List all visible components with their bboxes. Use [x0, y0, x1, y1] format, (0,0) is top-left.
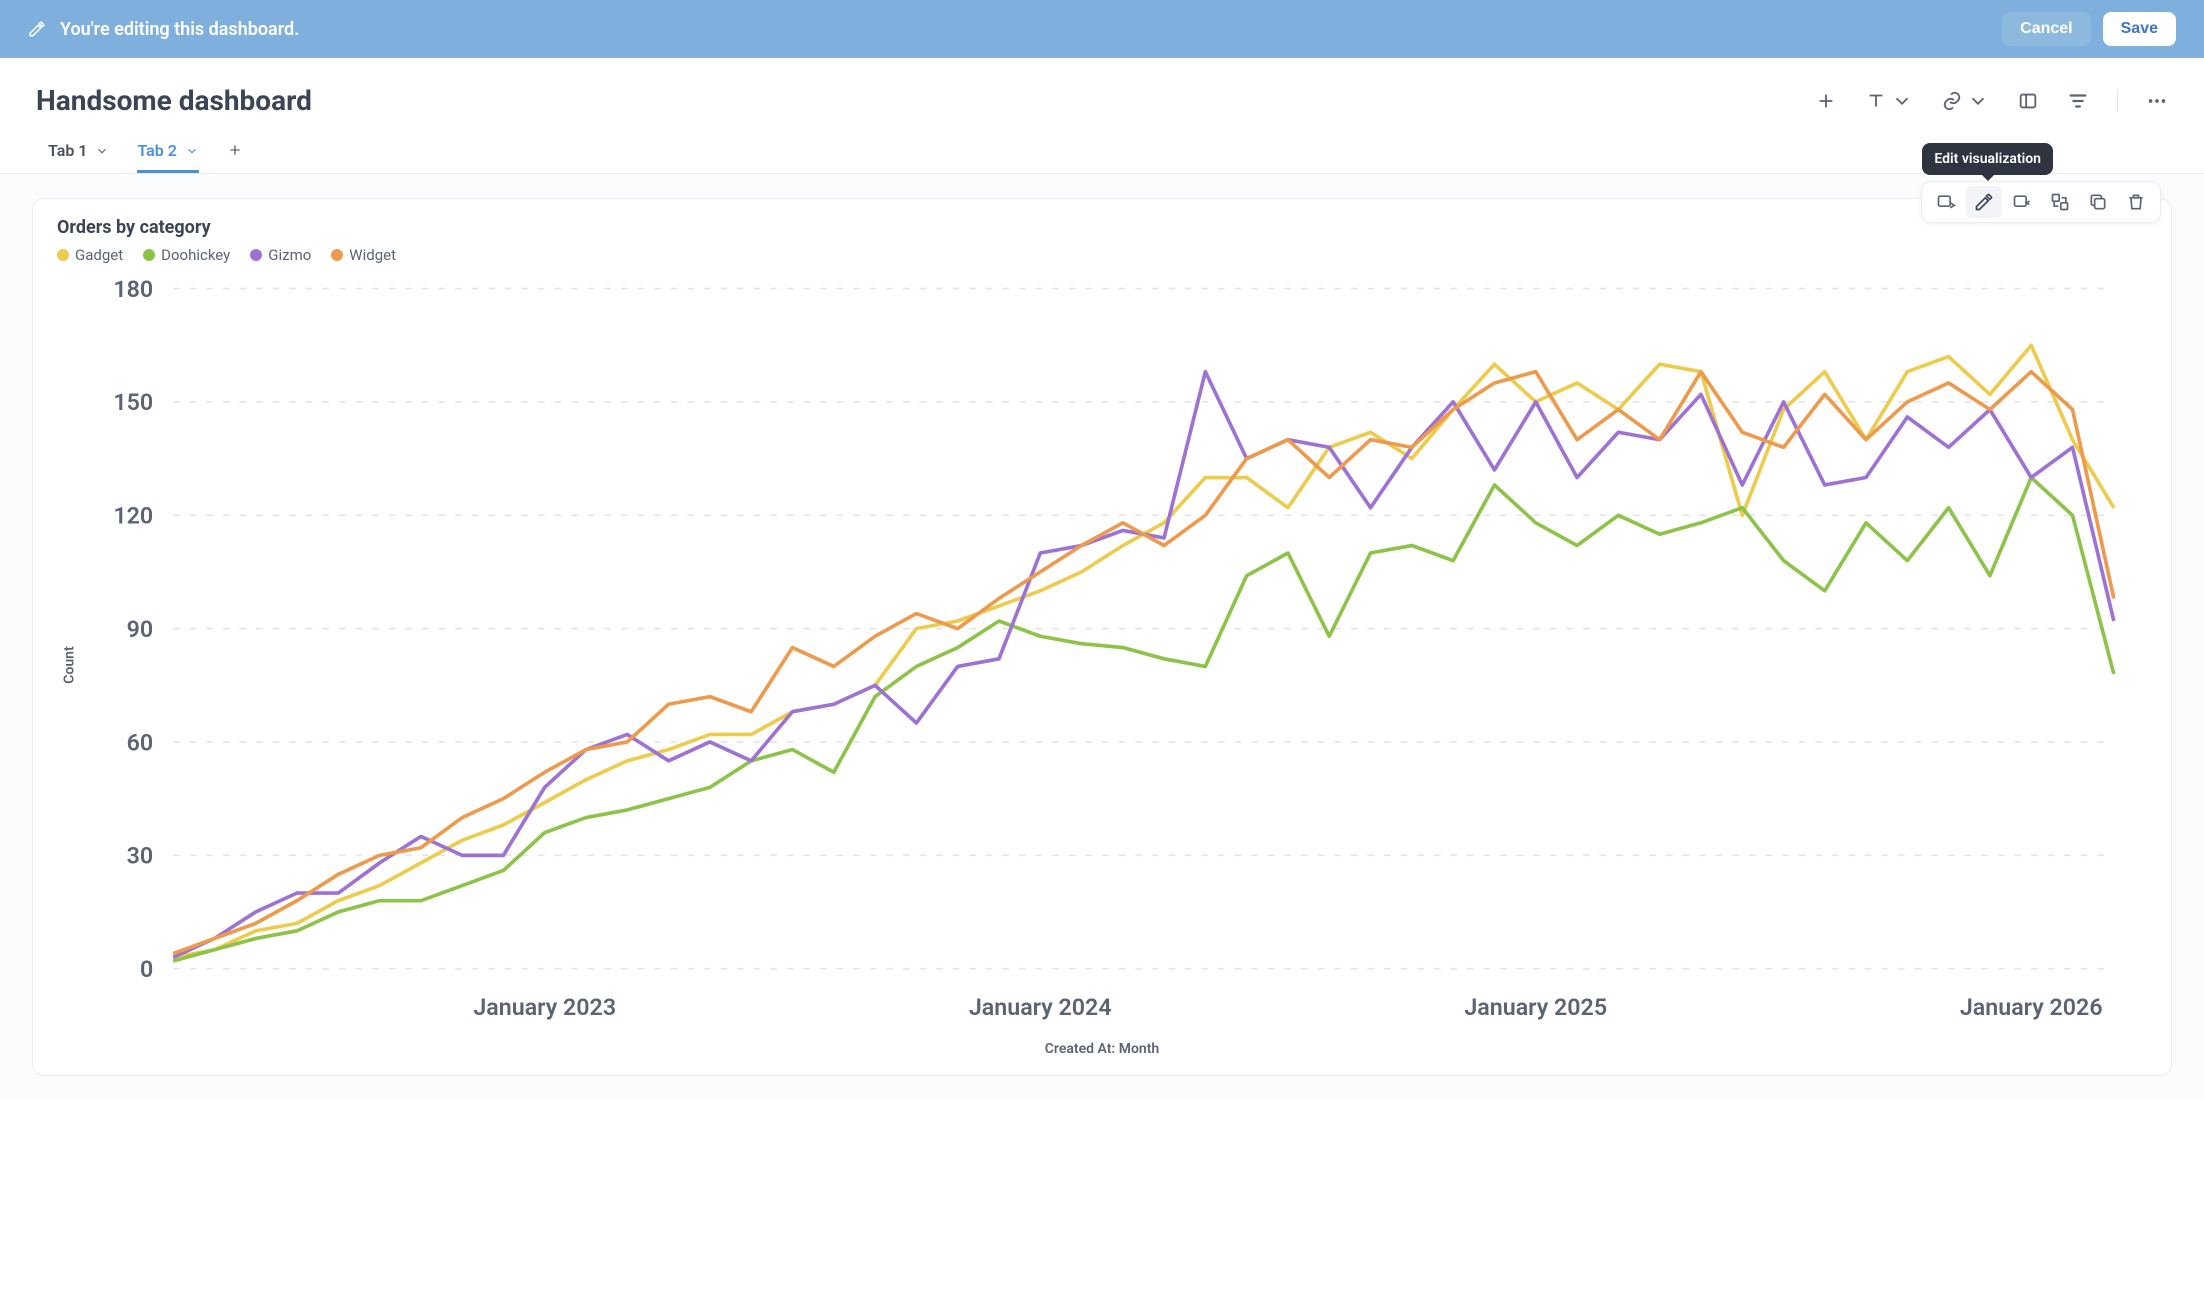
- section-button[interactable]: [2017, 90, 2039, 112]
- svg-text:150: 150: [113, 388, 153, 416]
- delete-button[interactable]: [2118, 186, 2154, 218]
- svg-text:January 2026: January 2026: [1960, 993, 2103, 1021]
- chart-card[interactable]: Edit visualization Orders by category Ga…: [32, 198, 2172, 1076]
- line-chart[interactable]: 0 30 60 90 120 150 180 January 2023 January 2024…: [57, 272, 2147, 1035]
- chevron-down-icon: [95, 144, 109, 158]
- save-button[interactable]: Save: [2103, 12, 2176, 46]
- tab-1[interactable]: Tab 1: [48, 141, 109, 173]
- svg-text:90: 90: [127, 615, 154, 643]
- chart-legend: Gadget Doohickey Gizmo Widget: [57, 246, 2147, 264]
- legend-swatch: [250, 249, 262, 261]
- card-actions-toolbar: [1921, 181, 2161, 223]
- legend-item[interactable]: Gizmo: [250, 246, 311, 264]
- add-tab-button[interactable]: [227, 142, 243, 172]
- cancel-button[interactable]: Cancel: [2002, 12, 2090, 46]
- tab-label: Tab 1: [48, 141, 87, 160]
- text-tool-button[interactable]: [1865, 90, 1913, 112]
- svg-text:30: 30: [127, 842, 154, 870]
- dashboard-title[interactable]: Handsome dashboard: [36, 84, 312, 117]
- filter-button[interactable]: [2067, 90, 2089, 112]
- legend-item[interactable]: Doohickey: [143, 246, 230, 264]
- legend-swatch: [331, 249, 343, 261]
- chart-x-axis-label: Created At: Month: [57, 1041, 2147, 1057]
- legend-label: Widget: [349, 246, 396, 264]
- svg-text:120: 120: [113, 502, 153, 530]
- visualization-options-button[interactable]: [2004, 186, 2040, 218]
- add-button[interactable]: [1815, 90, 1837, 112]
- svg-text:60: 60: [127, 728, 154, 756]
- edit-visualization-button[interactable]: [1966, 186, 2002, 218]
- tabs-bar: Tab 1 Tab 2: [0, 127, 2204, 174]
- chevron-down-icon: [185, 144, 199, 158]
- chart-title: Orders by category: [57, 217, 2147, 238]
- duplicate-button[interactable]: [2080, 186, 2116, 218]
- tab-label: Tab 2: [137, 141, 176, 160]
- legend-swatch: [143, 249, 155, 261]
- svg-text:180: 180: [113, 275, 153, 303]
- pencil-icon: [28, 20, 46, 38]
- legend-label: Doohickey: [161, 246, 230, 264]
- editing-banner-message: You're editing this dashboard.: [60, 19, 299, 40]
- editing-banner: You're editing this dashboard. Cancel Sa…: [0, 0, 2204, 58]
- tooltip-edit-visualization: Edit visualization: [1922, 143, 2053, 175]
- svg-text:January 2025: January 2025: [1464, 993, 1607, 1021]
- legend-item[interactable]: Widget: [331, 246, 396, 264]
- svg-text:0: 0: [140, 955, 153, 983]
- toolbar-divider: [2117, 90, 2118, 112]
- svg-text:January 2024: January 2024: [969, 993, 1112, 1021]
- legend-item[interactable]: Gadget: [57, 246, 123, 264]
- legend-swatch: [57, 249, 69, 261]
- svg-text:January 2023: January 2023: [473, 993, 616, 1021]
- legend-label: Gizmo: [268, 246, 311, 264]
- more-menu-button[interactable]: [2146, 90, 2168, 112]
- chart-y-axis-label: Count: [62, 646, 78, 683]
- legend-label: Gadget: [75, 246, 123, 264]
- tab-2[interactable]: Tab 2: [137, 141, 198, 173]
- replace-button[interactable]: [2042, 186, 2078, 218]
- dashboard-toolbar: [1815, 90, 2168, 112]
- link-tool-button[interactable]: [1941, 90, 1989, 112]
- click-behavior-button[interactable]: [1928, 186, 1964, 218]
